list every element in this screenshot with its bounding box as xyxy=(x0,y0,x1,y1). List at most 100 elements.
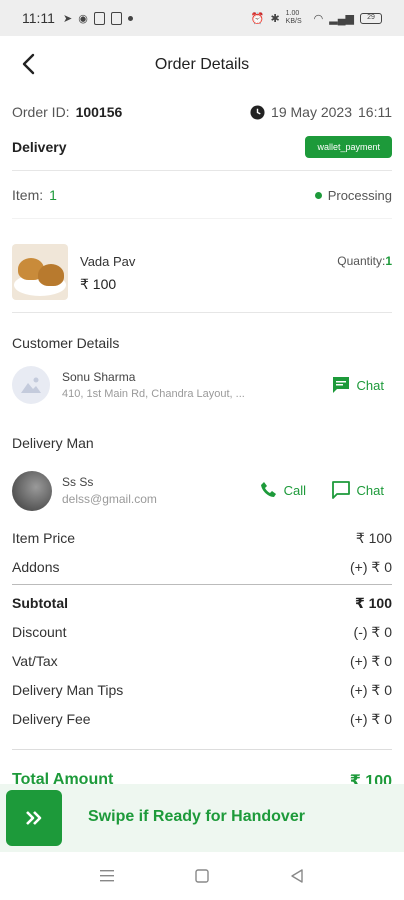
home-button[interactable] xyxy=(190,864,214,888)
product-name: Vada Pav xyxy=(80,254,136,269)
product-image xyxy=(12,244,68,300)
back-triangle-icon xyxy=(290,869,303,883)
divider xyxy=(12,218,392,219)
subtotal-value: ₹ 100 xyxy=(355,595,392,611)
swipe-handle[interactable] xyxy=(6,790,62,846)
delivery-man-email: delss@gmail.com xyxy=(62,492,157,506)
customer-section-header: Customer Details xyxy=(12,335,392,351)
tips-label: Delivery Man Tips xyxy=(12,682,124,698)
divider xyxy=(12,584,392,585)
item-count-label: Item: xyxy=(12,187,44,203)
delivery-man-section-title: Delivery Man xyxy=(12,435,94,451)
call-label: Call xyxy=(283,482,306,498)
delivery-fee-row: Delivery Fee (+) ₹ 0 xyxy=(12,711,392,728)
back-nav-button[interactable] xyxy=(285,864,309,888)
payment-badge: wallet_payment xyxy=(305,136,392,158)
product-quantity: Quantity:1 xyxy=(337,254,392,268)
alarm-icon: ⏰ xyxy=(250,12,265,25)
divider xyxy=(12,749,392,750)
status-time: 11:11 xyxy=(22,10,55,26)
item-status-row: Item: 1 Processing xyxy=(12,187,392,203)
chat-icon xyxy=(331,481,350,499)
customer-chat-button[interactable]: Chat xyxy=(331,375,384,395)
item-count-value: 1 xyxy=(49,187,57,203)
divider xyxy=(12,312,392,313)
network-speed: 1.00 KB/S xyxy=(285,10,302,25)
tips-value: (+) ₹ 0 xyxy=(350,682,392,698)
page-title: Order Details xyxy=(154,56,250,73)
customer-card: Sonu Sharma 410, 1st Main Rd, Chandra La… xyxy=(12,366,392,406)
vat-label: Vat/Tax xyxy=(12,653,58,669)
status-notification-icons: ➤ ◉ xyxy=(62,11,133,25)
delivery-man-name: Ss Ss xyxy=(62,475,94,489)
delivery-man-section-header: Delivery Man xyxy=(12,435,392,451)
system-nav-bar xyxy=(0,852,404,900)
item-price-row: Item Price ₹ 100 xyxy=(12,530,392,547)
phone-icon xyxy=(260,482,276,497)
back-arrow-icon xyxy=(22,53,35,75)
order-time: 16:11 xyxy=(358,104,392,120)
order-id-value: 100156 xyxy=(75,104,123,120)
location-icon: ◉ xyxy=(78,12,88,25)
vat-value: (+) ₹ 0 xyxy=(350,653,392,669)
tips-row: Delivery Man Tips (+) ₹ 0 xyxy=(12,682,392,699)
order-id-label: Order ID: xyxy=(12,104,70,120)
order-status: Processing xyxy=(327,187,392,203)
telegram-icon: ➤ xyxy=(62,12,73,25)
call-button[interactable]: Call xyxy=(260,481,306,499)
app-icon xyxy=(110,11,122,25)
app-icon xyxy=(93,11,105,25)
home-square-icon xyxy=(195,869,209,883)
delivery-man-card: Ss Ss delss@gmail.com Call Chat xyxy=(12,471,392,511)
quantity-value: 1 xyxy=(385,254,392,268)
back-button[interactable] xyxy=(14,50,42,78)
swipe-handover-bar[interactable]: Swipe if Ready for Handover xyxy=(0,784,404,852)
order-id-row: Order ID: 100156 19 May 2023 16:11 xyxy=(12,104,392,120)
delivery-man-chat-label: Chat xyxy=(356,482,384,498)
customer-name: Sonu Sharma xyxy=(62,370,136,384)
app-bar: Order Details xyxy=(0,36,404,94)
signal-icon: ▂▄▆ xyxy=(329,12,354,25)
menu-icon xyxy=(100,870,115,882)
quantity-label: Quantity: xyxy=(337,254,386,268)
delivery-fee-label: Delivery Fee xyxy=(12,711,91,727)
divider xyxy=(12,170,392,171)
product-item: Vada Pav ₹ 100 Quantity:1 xyxy=(12,244,392,302)
clock-icon xyxy=(250,104,265,120)
addons-row: Addons (+) ₹ 0 xyxy=(12,559,392,576)
recent-apps-button[interactable] xyxy=(95,864,119,888)
chat-icon xyxy=(332,377,349,393)
customer-section-title: Customer Details xyxy=(12,335,120,351)
item-price-label: Item Price xyxy=(12,530,76,546)
battery-icon: 29 xyxy=(360,12,382,24)
more-dot-icon xyxy=(127,15,133,21)
addons-value: (+) ₹ 0 xyxy=(350,559,392,575)
subtotal-label: Subtotal xyxy=(12,595,68,611)
status-dot-icon xyxy=(314,191,322,199)
vat-row: Vat/Tax (+) ₹ 0 xyxy=(12,653,392,670)
status-badge: Processing xyxy=(314,187,392,203)
subtotal-row: Subtotal ₹ 100 xyxy=(12,595,392,612)
discount-label: Discount xyxy=(12,624,67,640)
delivery-man-chat-button[interactable]: Chat xyxy=(331,480,384,500)
discount-value: (-) ₹ 0 xyxy=(353,624,392,640)
bluetooth-icon: ✱ xyxy=(270,12,280,25)
double-chevron-right-icon xyxy=(26,811,42,825)
status-bar: 11:11 ➤ ◉ ⏰ ✱ 1.00 KB/S ◠ ▂▄▆ 29 xyxy=(0,0,404,36)
customer-avatar xyxy=(12,366,50,404)
addons-label: Addons xyxy=(12,559,60,575)
delivery-fee-value: (+) ₹ 0 xyxy=(350,711,392,727)
discount-row: Discount (-) ₹ 0 xyxy=(12,624,392,641)
order-type: Delivery xyxy=(12,139,67,155)
image-placeholder-icon xyxy=(21,377,41,393)
order-datetime: 19 May 2023 16:11 xyxy=(250,104,392,120)
customer-address: 410, 1st Main Rd, Chandra Layout, ... xyxy=(62,388,245,400)
product-price: ₹ 100 xyxy=(80,276,117,292)
order-type-row: Delivery wallet_payment xyxy=(12,136,392,158)
status-system-icons: ⏰ ✱ 1.00 KB/S ◠ ▂▄▆ 29 xyxy=(251,10,382,26)
swipe-label: Swipe if Ready for Handover xyxy=(88,808,305,825)
delivery-man-avatar xyxy=(12,471,52,511)
customer-chat-label: Chat xyxy=(356,377,384,393)
item-price-value: ₹ 100 xyxy=(355,530,392,546)
wifi-icon: ◠ xyxy=(313,12,324,25)
